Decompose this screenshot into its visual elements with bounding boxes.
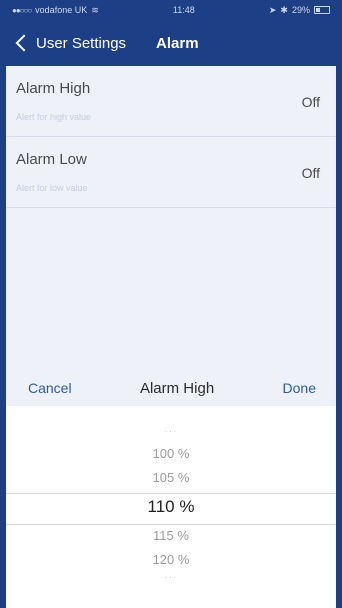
setting-row-alarm-low[interactable]: Alarm Low Alert for low value Off (6, 137, 336, 208)
setting-title: Alarm High (16, 80, 91, 97)
carrier-label: vodafone UK (35, 5, 88, 15)
wifi-icon: ≋ (91, 4, 99, 15)
page-title: Alarm (156, 34, 199, 52)
app-frame: ●●○○○ vodafone UK ≋ 11:48 ➤ ✱ 29% User S… (0, 0, 342, 608)
setting-subtitle: Alert for low value (16, 183, 88, 193)
settings-list: Alarm High Alert for high value Off Alar… (6, 66, 336, 370)
setting-value: Off (301, 94, 320, 110)
back-label: User Settings (36, 34, 127, 52)
bluetooth-icon: ✱ (280, 4, 288, 15)
setting-value: Off (301, 165, 320, 181)
setting-subtitle: Alert for high value (16, 112, 92, 122)
picker-option-partial-top: ··· (164, 426, 178, 437)
signal-icon: ●●○○○ (12, 5, 32, 15)
picker-option[interactable]: 100 % (6, 446, 336, 461)
setting-row-alarm-high[interactable]: Alarm High Alert for high value Off (6, 66, 336, 137)
setting-title: Alarm Low (16, 151, 87, 168)
status-right: ➤ ✱ 29% (269, 5, 330, 16)
back-button[interactable]: User Settings (6, 35, 126, 52)
battery-percent: 29% (291, 5, 310, 15)
status-bar: ●●○○○ vodafone UK ≋ 11:48 ➤ ✱ 29% (6, 0, 336, 20)
picker-option-selected[interactable]: 110 % (6, 497, 336, 517)
value-picker[interactable]: ··· 100 % 105 % 110 % 115 % 120 % ··· (6, 406, 336, 608)
chevron-left-icon (15, 34, 33, 52)
picker-option-partial-bottom: ··· (164, 572, 178, 583)
picker-option[interactable]: 115 % (6, 528, 336, 543)
done-button[interactable]: Done (283, 380, 316, 396)
right-border (336, 0, 342, 608)
location-icon: ➤ (268, 4, 277, 15)
picker-option[interactable]: 105 % (6, 470, 336, 485)
battery-icon (313, 6, 330, 14)
status-time: 11:48 (172, 5, 195, 15)
picker-title: Alarm High (139, 379, 215, 397)
cancel-button[interactable]: Cancel (28, 380, 72, 396)
picker-option[interactable]: 120 % (6, 552, 336, 567)
status-left: ●●○○○ vodafone UK ≋ (12, 5, 99, 16)
navigation-bar: User Settings Alarm (6, 20, 336, 66)
picker-toolbar: Cancel Alarm High Done (6, 370, 336, 406)
